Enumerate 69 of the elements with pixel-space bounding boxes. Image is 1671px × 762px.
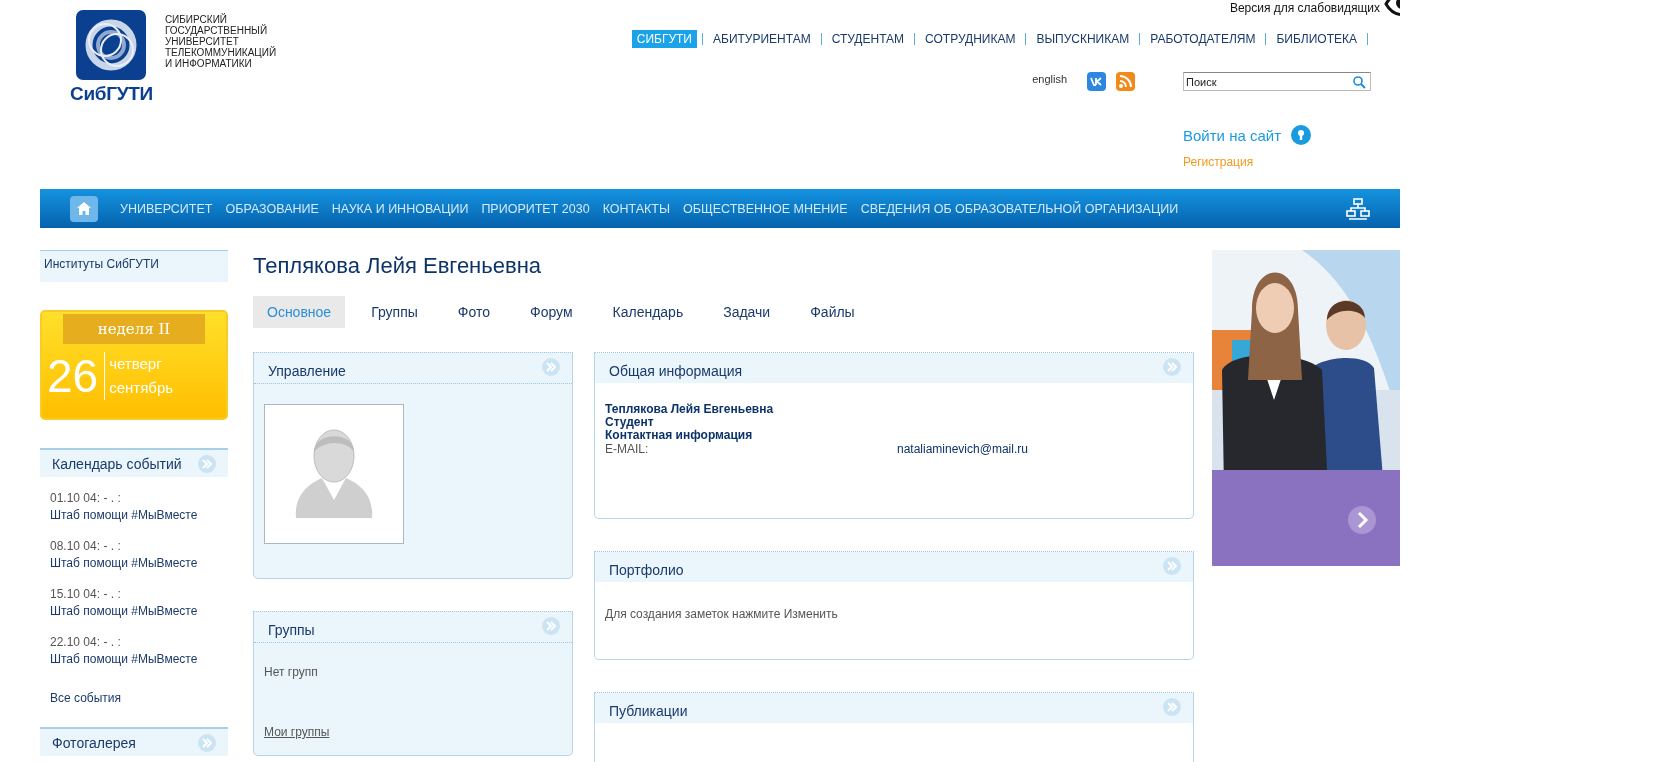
rss-icon[interactable] xyxy=(1116,72,1135,91)
panel-title: Общая информация xyxy=(609,362,743,379)
main-nav-link[interactable]: УНИВЕРСИТЕТ xyxy=(120,201,213,216)
profile-tab[interactable]: Фото xyxy=(443,296,504,328)
main-nav-link[interactable]: НАУКА И ИННОВАЦИИ xyxy=(331,201,469,216)
language-link[interactable]: english xyxy=(1032,73,1067,85)
panel-title: Управление xyxy=(268,362,346,379)
chevrons-icon[interactable] xyxy=(542,617,560,635)
profile-tab[interactable]: Группы xyxy=(357,296,432,328)
empty-message: Нет групп xyxy=(264,665,319,679)
event-link[interactable]: Штаб помощи #МыВместе xyxy=(50,508,228,522)
block-title: Фотогалерея xyxy=(52,734,136,751)
all-events-link[interactable]: Все события xyxy=(50,691,228,705)
chevrons-icon[interactable] xyxy=(1163,557,1181,575)
event-date: 15.10 04: - . : xyxy=(50,587,122,601)
chevrons-icon[interactable] xyxy=(198,733,216,752)
event-link[interactable]: Штаб помощи #МыВместе xyxy=(50,556,228,570)
field-value: nataliaminevich@mail.ru xyxy=(897,442,1028,456)
day-number: 26 xyxy=(47,352,106,400)
my-groups-link[interactable]: Мои группы xyxy=(264,725,562,739)
profile-tab[interactable]: Форум xyxy=(516,296,587,328)
panel-title: Публикации xyxy=(609,702,688,719)
month: сентябрь xyxy=(109,378,174,398)
home-icon[interactable] xyxy=(77,202,91,215)
profile-name: Теплякова Лейя Евгеньевна xyxy=(605,403,775,416)
profile-role: Студент xyxy=(605,416,655,429)
chevrons-icon[interactable] xyxy=(1163,358,1181,376)
sitemap-icon[interactable] xyxy=(1346,197,1370,220)
event-date: 08.10 04: - . : xyxy=(50,539,122,553)
field-label: E-MAIL: xyxy=(605,442,650,456)
week-label: неделя II xyxy=(63,314,205,344)
event-date: 01.10 04: - . : xyxy=(50,491,122,505)
top-menu-link[interactable]: СОТРУДНИКАМ xyxy=(920,30,1021,48)
search-field[interactable]: Поиск xyxy=(1183,72,1371,91)
main-nav-link[interactable]: ПРИОРИТЕТ 2030 xyxy=(481,201,590,216)
home-button[interactable] xyxy=(70,195,98,222)
main-nav-link[interactable]: ОБРАЗОВАНИЕ xyxy=(225,201,319,216)
chevrons-icon[interactable] xyxy=(198,454,216,473)
key-icon[interactable] xyxy=(1291,125,1312,145)
block-title: Календарь событий xyxy=(52,455,182,472)
profile-tab[interactable]: Задачи xyxy=(709,296,785,328)
top-menu-link[interactable]: РАБОТОДАТЕЛЯМ xyxy=(1145,30,1261,48)
social-icon[interactable] xyxy=(1087,72,1106,91)
top-menu-link[interactable]: БИБЛИОТЕКА xyxy=(1271,30,1362,48)
profile-tab[interactable]: Календарь xyxy=(598,296,698,328)
main-nav-link[interactable]: КОНТАКТЫ xyxy=(602,201,671,216)
institutes-link[interactable]: Институты СибГУТИ xyxy=(40,250,228,282)
weekday: четверг xyxy=(109,354,163,374)
accessibility-link[interactable]: Версия для слабовидящих xyxy=(1229,1,1380,15)
top-menu-link[interactable]: СТУДЕНТАМ xyxy=(826,30,910,48)
main-nav-link[interactable]: СВЕДЕНИЯ ОБ ОБРАЗОВАТЕЛЬНОЙ ОРГАНИЗАЦИИ xyxy=(860,201,1179,216)
panel-title: Группы xyxy=(268,621,315,638)
top-menu-link[interactable]: ВЫПУСКНИКАМ xyxy=(1031,30,1135,48)
logo-icon[interactable] xyxy=(76,10,147,80)
logo-wordmark[interactable]: СибГУТИ xyxy=(70,83,153,105)
university-name: СИБИРСКИЙ ГОСУДАРСТВЕННЫЙ УНИВЕРСИТЕТ ТЕЛЕКОММУНИКАЦИЙ И ИНФОРМАТИКИ xyxy=(164,12,277,69)
event-link[interactable]: Штаб помощи #МыВместе xyxy=(50,652,228,666)
main-nav-link[interactable]: ОБЩЕСТВЕННОЕ МНЕНИЕ xyxy=(683,201,848,216)
profile-tab[interactable]: Файлы xyxy=(796,296,869,328)
panel-title: Портфолио xyxy=(609,561,684,578)
top-menu-link[interactable]: АБИТУРИЕНТАМ xyxy=(708,30,816,48)
search-icon[interactable] xyxy=(1353,76,1366,89)
event-link[interactable]: Штаб помощи #МыВместе xyxy=(50,604,228,618)
hint-text: Для создания заметок нажмите Изменить xyxy=(605,607,838,621)
profile-title: Теплякова Лейя Евгеньевна xyxy=(253,252,543,280)
section-heading: Контактная информация xyxy=(605,429,754,442)
event-date: 22.10 04: - . : xyxy=(50,635,122,649)
chevrons-icon[interactable] xyxy=(1163,698,1181,716)
chevrons-icon[interactable] xyxy=(542,358,560,376)
